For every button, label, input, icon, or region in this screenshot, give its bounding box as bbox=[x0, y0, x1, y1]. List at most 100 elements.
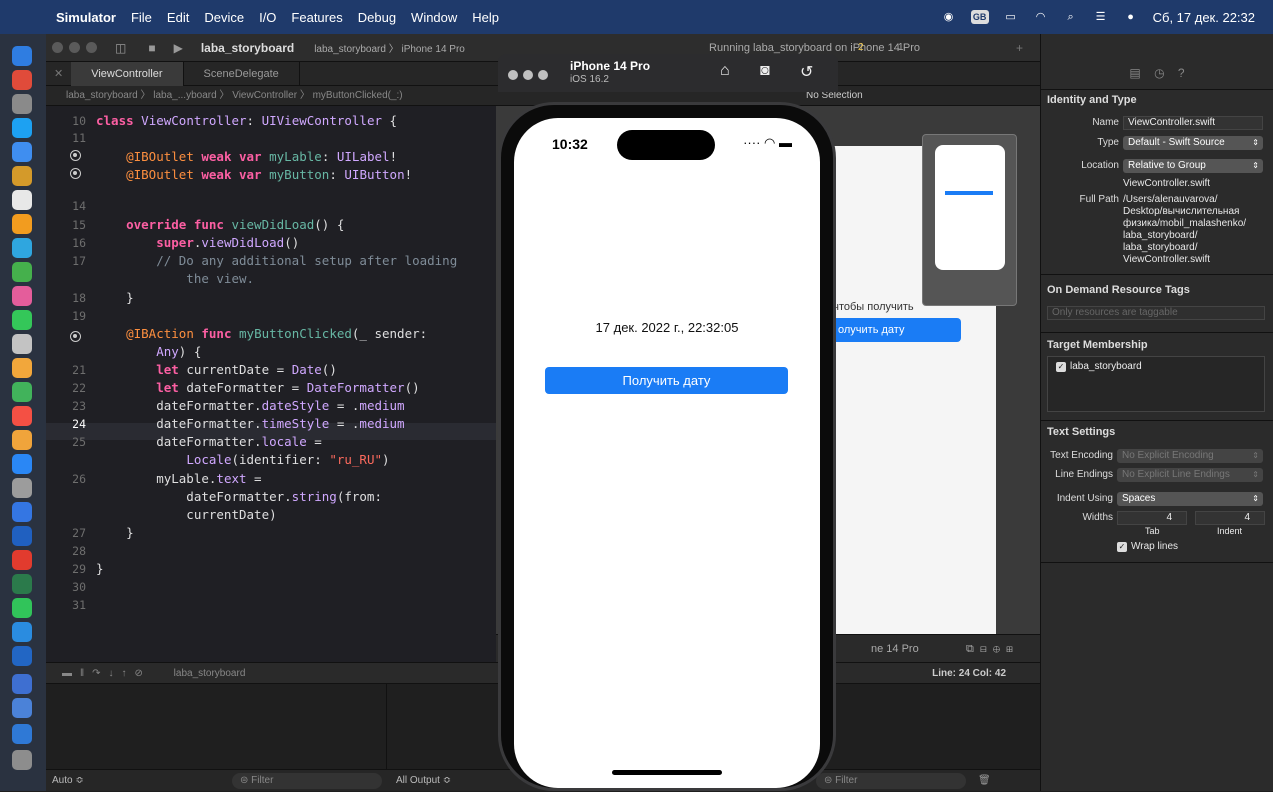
warnings-count[interactable]: 2 bbox=[858, 42, 864, 53]
zoom-window-button[interactable] bbox=[538, 70, 548, 80]
canvas-device[interactable]: ne 14 Pro bbox=[871, 635, 919, 663]
excel-icon[interactable] bbox=[12, 574, 32, 594]
minimize-window-button[interactable] bbox=[523, 70, 533, 80]
control-center-icon[interactable]: ☰ bbox=[1093, 10, 1109, 24]
wrap-lines-option[interactable]: ✓ Wrap lines bbox=[1117, 541, 1178, 552]
calendar-icon[interactable] bbox=[12, 190, 32, 210]
jump-bar-path[interactable]: laba_storyboard 〉 laba_...yboard 〉 ViewC… bbox=[66, 90, 403, 101]
settings-icon[interactable] bbox=[12, 478, 32, 498]
get-date-button[interactable]: Получить дату bbox=[545, 367, 788, 394]
odr-tags-input[interactable]: Only resources are taggable bbox=[1047, 306, 1265, 320]
books-icon[interactable] bbox=[12, 430, 32, 450]
rotate-icon[interactable]: ↺ bbox=[800, 62, 813, 82]
user-icon[interactable]: ◉ bbox=[941, 10, 957, 24]
variables-mode[interactable]: Auto ≎ bbox=[52, 770, 84, 792]
menu-edit[interactable]: Edit bbox=[167, 10, 189, 25]
run-icon[interactable]: ▶ bbox=[174, 41, 183, 55]
help-inspector-icon[interactable]: ? bbox=[1178, 66, 1185, 80]
whatsapp-icon[interactable] bbox=[12, 598, 32, 618]
checkbox-icon[interactable]: ✓ bbox=[1117, 542, 1127, 552]
reminders-icon[interactable] bbox=[12, 214, 32, 234]
pages-icon[interactable] bbox=[12, 358, 32, 378]
safari-icon[interactable] bbox=[12, 118, 32, 138]
canvas-minimap[interactable] bbox=[922, 134, 1017, 306]
siri-icon[interactable]: ● bbox=[1123, 10, 1139, 24]
code-editor[interactable]: 10 11 14 15 16 17 18 19 21 22 23 24 25 2… bbox=[46, 106, 496, 662]
notes-icon[interactable] bbox=[12, 166, 32, 186]
indent-width-stepper[interactable]: 4 bbox=[1195, 511, 1265, 525]
indent-using-popup[interactable]: Spaces bbox=[1117, 492, 1263, 506]
mail-icon[interactable] bbox=[12, 142, 32, 162]
zoom-icon[interactable] bbox=[12, 526, 32, 546]
encoding-popup[interactable]: No Explicit Encoding bbox=[1117, 449, 1263, 463]
menu-device[interactable]: Device bbox=[204, 10, 244, 25]
line-endings-popup[interactable]: No Explicit Line Endings bbox=[1117, 468, 1263, 482]
chrome-icon[interactable] bbox=[12, 550, 32, 570]
close-window-button[interactable] bbox=[508, 70, 518, 80]
contacts-icon[interactable] bbox=[12, 334, 32, 354]
debug-controls-icons[interactable]: ▬‖↷↓↑⊘ bbox=[62, 668, 151, 679]
screenshot-icon[interactable]: ◙ bbox=[760, 62, 770, 80]
debug-target[interactable]: laba_storyboard bbox=[174, 668, 246, 679]
location-popup[interactable]: Relative to Group bbox=[1123, 159, 1263, 173]
outlet-connection-icon[interactable] bbox=[70, 168, 81, 179]
files-icon[interactable] bbox=[12, 238, 32, 258]
home-icon[interactable]: ⌂ bbox=[720, 62, 730, 80]
target-item[interactable]: ✓ laba_storyboard bbox=[1048, 357, 1264, 376]
scheme-name[interactable]: laba_storyboard bbox=[201, 41, 294, 55]
close-tab-icon[interactable]: ✕ bbox=[46, 67, 71, 80]
maps-icon[interactable] bbox=[12, 262, 32, 282]
tab-viewcontroller[interactable]: ViewController bbox=[71, 61, 184, 86]
trash-icon[interactable]: 🗑 bbox=[978, 770, 991, 792]
iphone-screen[interactable]: 10:32 ···· ◠ ▬ 17 дек. 2022 г., 22:32:05… bbox=[514, 118, 820, 788]
trash-icon[interactable] bbox=[12, 750, 32, 770]
minimize-window-button[interactable] bbox=[69, 42, 80, 53]
menu-io[interactable]: I/O bbox=[259, 10, 276, 25]
music-icon[interactable] bbox=[12, 406, 32, 426]
photos-icon[interactable] bbox=[12, 286, 32, 306]
outlook-icon[interactable] bbox=[12, 646, 32, 666]
issues-count[interactable]: 1 bbox=[898, 42, 904, 53]
search-icon[interactable]: ⌕ bbox=[1063, 10, 1079, 24]
zoom-window-button[interactable] bbox=[86, 42, 97, 53]
name-field[interactable]: ViewController.swift bbox=[1123, 116, 1263, 130]
sidebar-toggle-icon[interactable]: ◫ bbox=[115, 41, 126, 55]
xcode-icon[interactable] bbox=[12, 502, 32, 522]
add-icon[interactable]: + bbox=[1016, 41, 1023, 55]
canvas-layout-icons[interactable]: ⧉⊟⊕⊞ bbox=[966, 635, 1019, 663]
stop-icon[interactable]: ■ bbox=[148, 41, 155, 55]
checkbox-icon[interactable]: ✓ bbox=[1056, 362, 1066, 372]
variables-filter-input[interactable]: ⊜ Filter bbox=[232, 773, 382, 789]
chrome2-icon[interactable] bbox=[12, 674, 32, 694]
keyboard-layout-icon[interactable]: GB bbox=[970, 10, 989, 24]
launchpad-icon[interactable] bbox=[12, 70, 32, 90]
tab-scenedelegate[interactable]: SceneDelegate bbox=[184, 61, 300, 86]
file-inspector-icon[interactable]: ▤ bbox=[1129, 66, 1140, 80]
action-connection-icon[interactable] bbox=[70, 331, 81, 342]
type-popup[interactable]: Default - Swift Source bbox=[1123, 136, 1263, 150]
menubar-datetime[interactable]: Сб, 17 дек. 22:32 bbox=[1153, 10, 1255, 25]
wifi-icon[interactable]: ◠ bbox=[1033, 10, 1049, 24]
app-store-icon[interactable] bbox=[12, 454, 32, 474]
numbers-icon[interactable] bbox=[12, 382, 32, 402]
menu-debug[interactable]: Debug bbox=[358, 10, 396, 25]
downloads-icon[interactable] bbox=[12, 724, 32, 744]
outlet-connection-icon[interactable] bbox=[70, 150, 81, 161]
menu-help[interactable]: Help bbox=[472, 10, 499, 25]
messages-icon[interactable] bbox=[12, 310, 32, 330]
storyboard-button[interactable]: олучить дату bbox=[826, 318, 961, 342]
inspector-tabs[interactable]: ▤ ◷ ? bbox=[1041, 34, 1273, 90]
close-window-button[interactable] bbox=[52, 42, 63, 53]
menu-window[interactable]: Window bbox=[411, 10, 457, 25]
menu-file[interactable]: File bbox=[131, 10, 152, 25]
app-icon[interactable] bbox=[12, 94, 32, 114]
simulator-icon[interactable] bbox=[12, 698, 32, 718]
history-inspector-icon[interactable]: ◷ bbox=[1154, 66, 1164, 80]
telegram-icon[interactable] bbox=[12, 622, 32, 642]
battery-icon[interactable]: ▭ bbox=[1003, 10, 1019, 24]
tab-width-stepper[interactable]: 4 bbox=[1117, 511, 1187, 525]
console-filter-input[interactable]: ⊜ Filter bbox=[816, 773, 966, 789]
menu-app[interactable]: Simulator bbox=[56, 10, 116, 25]
home-indicator[interactable] bbox=[612, 770, 722, 775]
run-destination[interactable]: laba_storyboard 〉 iPhone 14 Pro bbox=[314, 40, 465, 55]
